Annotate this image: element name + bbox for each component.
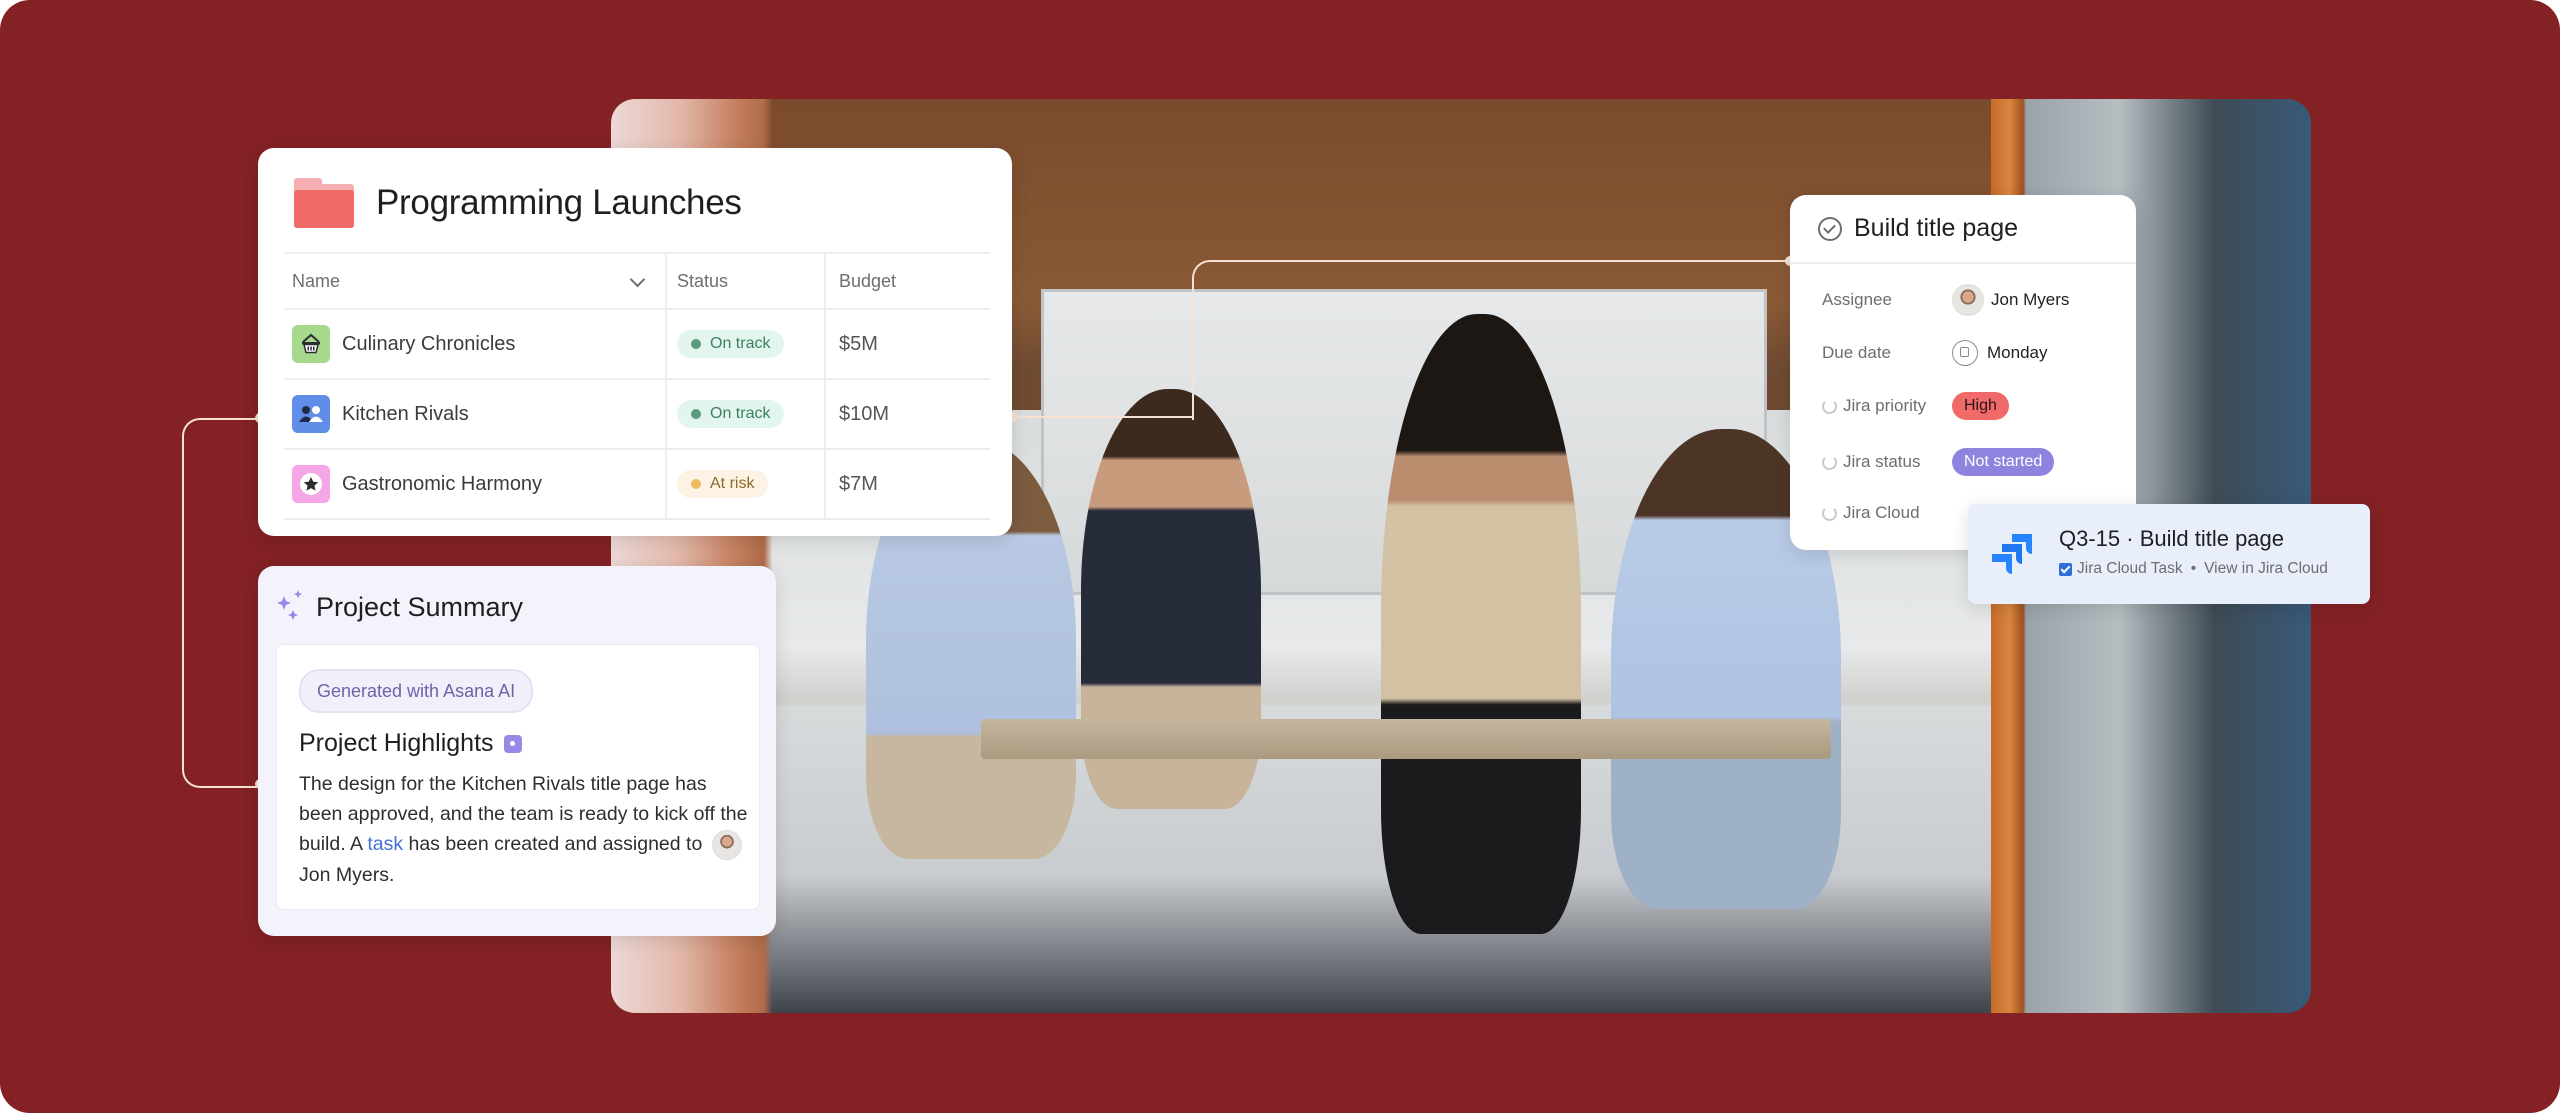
field-label: Assignee xyxy=(1822,290,1892,309)
jira-issue-type: Jira Cloud Task xyxy=(2077,560,2183,577)
basket-icon xyxy=(292,325,330,363)
jira-issue-meta: Jira Cloud Task • View in Jira Cloud xyxy=(2059,560,2328,578)
project-name[interactable]: Kitchen Rivals xyxy=(342,403,469,426)
budget-value: $7M xyxy=(839,472,878,495)
status-dot xyxy=(691,409,701,419)
budget-value: $5M xyxy=(839,332,878,355)
task-title: Build title page xyxy=(1854,214,2019,242)
field-label: Due date xyxy=(1822,343,1891,362)
priority-tag[interactable]: High xyxy=(1952,392,2009,420)
project-title: Programming Launches xyxy=(376,183,742,222)
due-date-value[interactable]: Monday xyxy=(1952,340,2047,366)
budget-value: $10M xyxy=(839,402,890,425)
field-due-date: Due date Monday xyxy=(1822,338,2047,368)
status-label: At risk xyxy=(710,475,755,492)
photo-table xyxy=(981,719,1831,759)
status-dot xyxy=(691,339,701,349)
avatar xyxy=(711,829,742,860)
connector-line-right xyxy=(1012,416,1194,418)
calendar-icon xyxy=(1952,340,1978,366)
status-badge[interactable]: On track xyxy=(677,330,785,358)
people-icon xyxy=(292,395,330,433)
sparkle-icon xyxy=(274,588,308,627)
view-in-jira-link[interactable]: View in Jira Cloud xyxy=(2204,560,2328,578)
programming-launches-card: Programming Launches Name Status Budget … xyxy=(258,148,1012,536)
column-header-name[interactable]: Name xyxy=(284,254,667,308)
column-header-status[interactable]: Status xyxy=(667,254,826,308)
task-type-check-icon xyxy=(2059,562,2072,576)
summary-title: Project Summary xyxy=(316,592,524,622)
status-badge[interactable]: At risk xyxy=(677,470,769,498)
projects-table: Name Status Budget Culinary Chronicles O… xyxy=(284,252,990,520)
sync-icon xyxy=(1822,454,1837,470)
column-header-label: Name xyxy=(292,270,341,291)
project-summary-card: Project Summary Generated with Asana AI … xyxy=(258,566,776,936)
field-label: Jira Cloud xyxy=(1843,503,1920,522)
project-name[interactable]: Gastronomic Harmony xyxy=(342,473,542,496)
table-row[interactable]: Kitchen Rivals On track $10M xyxy=(284,378,990,448)
field-assignee: Assignee Jon Myers xyxy=(1822,284,2069,316)
complete-check-icon[interactable] xyxy=(1818,216,1842,241)
table-header-row: Name Status Budget xyxy=(284,252,990,308)
project-name[interactable]: Culinary Chronicles xyxy=(342,333,515,356)
column-header-budget[interactable]: Budget xyxy=(826,254,990,308)
connector-line-left xyxy=(182,418,262,788)
highlights-title: Project Highlights xyxy=(299,729,494,757)
sync-icon xyxy=(1822,398,1837,414)
table-row[interactable]: Culinary Chronicles On track $5M xyxy=(284,308,990,378)
ai-sparkle-badge-icon xyxy=(503,734,522,753)
jira-issue-card[interactable]: Q3-15 · Build title page Jira Cloud Task… xyxy=(1968,504,2370,604)
assignee-value[interactable]: Jon Myers xyxy=(1952,284,2069,316)
summary-body: The design for the Kitchen Rivals title … xyxy=(299,769,749,890)
ai-generated-badge: Generated with Asana AI xyxy=(299,669,534,713)
field-jira-priority: Jira priority High xyxy=(1822,391,2009,421)
star-icon xyxy=(292,465,330,503)
jira-issue-title: Q3-15 · Build title page xyxy=(2059,526,2285,551)
table-row[interactable]: Gastronomic Harmony At risk $7M xyxy=(284,448,990,520)
task-link[interactable]: task xyxy=(367,833,403,855)
field-jira-status: Jira status Not started xyxy=(1822,447,2055,477)
status-label: On track xyxy=(710,405,771,422)
photo-person xyxy=(1381,314,1581,934)
due-date-text: Monday xyxy=(1987,343,2048,362)
separator: • xyxy=(2190,560,2197,577)
status-label: On track xyxy=(710,335,771,352)
folder-icon xyxy=(294,178,354,228)
task-detail-card: Build title page Assignee Jon Myers Due … xyxy=(1790,195,2136,550)
field-jira-cloud: Jira Cloud xyxy=(1822,498,1952,528)
assignee-name: Jon Myers xyxy=(1991,290,2070,309)
status-tag[interactable]: Not started xyxy=(1952,448,2055,476)
assignee-mention[interactable]: Jon Myers. xyxy=(299,864,394,886)
sync-icon xyxy=(1822,505,1837,521)
status-dot xyxy=(691,479,701,489)
summary-text: has been created and assigned to xyxy=(403,833,703,855)
chevron-down-icon[interactable] xyxy=(629,271,646,288)
status-badge[interactable]: On track xyxy=(677,400,785,428)
jira-logo-icon xyxy=(1992,534,2032,574)
avatar xyxy=(1952,284,1984,316)
summary-content: Generated with Asana AI Project Highligh… xyxy=(276,644,760,910)
background-panel: Programming Launches Name Status Budget … xyxy=(0,0,2560,1113)
field-label: Jira status xyxy=(1843,452,1921,471)
field-label: Jira priority xyxy=(1843,396,1927,415)
